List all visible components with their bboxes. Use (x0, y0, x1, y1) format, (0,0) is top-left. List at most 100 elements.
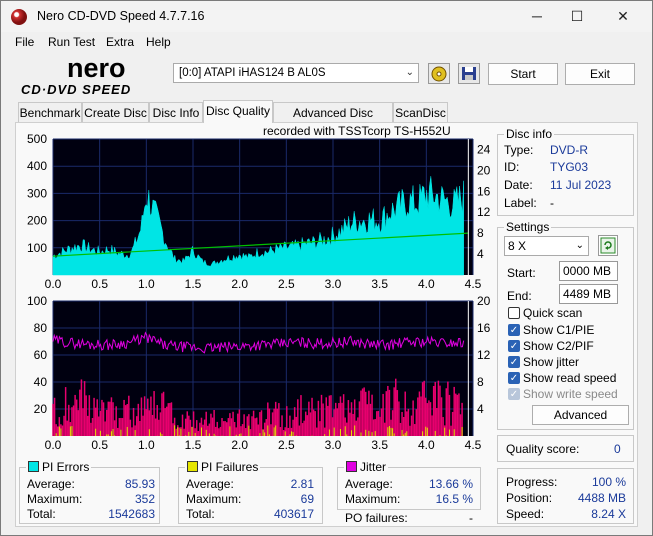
pi-failures-total-value: 403617 (273, 507, 314, 521)
start-field[interactable]: 0000 MB (559, 261, 618, 281)
nero-app-icon (11, 9, 27, 25)
pif-chart-x-tick-label: 0.0 (45, 438, 62, 452)
pie-chart-x-tick-label: 2.0 (231, 277, 248, 291)
end-label: End: (507, 289, 532, 303)
end-field[interactable]: 4489 MB (559, 284, 618, 304)
title-bar[interactable]: Nero CD-DVD Speed 4.7.7.16 ─ ☐ ✕ (1, 1, 652, 32)
pie-chart-x-tick-label: 0.0 (45, 277, 62, 291)
disc-info-title: Disc info (504, 127, 555, 141)
menu-bar: File Run Test Extra Help (1, 32, 652, 52)
pie-chart-y-tick-label: 300 (27, 186, 47, 200)
pie-chart-x-tick-label: 4.0 (418, 277, 435, 291)
pif-chart-y2-tick-label: 8 (477, 375, 484, 389)
show-write-speed-label: Show write speed (523, 387, 618, 401)
disc-type-value: DVD-R (550, 143, 588, 157)
start-button[interactable]: Start (488, 63, 558, 85)
speed-select-value: 8 X (508, 239, 527, 253)
jitter-swatch (346, 461, 357, 472)
pi-errors-avg-value: 85.93 (124, 477, 155, 491)
show-jitter-checkbox[interactable]: ✓ (508, 356, 520, 368)
pif-chart-y2-tick-label: 4 (477, 402, 484, 416)
speed-select[interactable]: 8 X ⌄ (504, 236, 589, 256)
tab-create-disc[interactable]: Create Disc (82, 102, 149, 122)
refresh-icon (600, 237, 616, 254)
disc-date-value: 11 Jul 2023 (550, 178, 612, 192)
pif-chart-y2-tick-label: 12 (477, 348, 491, 362)
logo-nero-text: nero (67, 54, 126, 83)
pif-chart-y2-tick-label: 16 (477, 321, 491, 335)
advanced-button[interactable]: Advanced (532, 405, 629, 425)
pie-chart-y2-tick-label: 24 (477, 142, 491, 156)
progress-value: 100 % (591, 475, 626, 489)
pie-chart-x-tick-label: 4.5 (465, 277, 482, 291)
pi-failures-max-label: Maximum: (186, 492, 242, 506)
pif-chart-y2-tick-label: 20 (477, 294, 491, 308)
quality-score-value: 0 (614, 442, 621, 456)
disc-id-value: TYG03 (550, 160, 589, 174)
pi-failures-avg-value: 2.81 (290, 477, 314, 491)
pi-failures-total-label: Total: (186, 507, 215, 521)
pif-chart-x-tick-label: 3.5 (371, 438, 388, 452)
tab-scandisc[interactable]: ScanDisc (393, 102, 448, 122)
disc-properties-button[interactable] (428, 63, 450, 84)
menu-file[interactable]: File (15, 35, 34, 49)
refresh-speed-button[interactable] (598, 235, 618, 256)
disc-date-label: Date: (504, 178, 533, 192)
tab-advanced-disc-quality[interactable]: Advanced Disc Quality (273, 102, 393, 140)
pif-chart-y-tick-label: 100 (27, 294, 47, 308)
tab-disc-quality[interactable]: Disc Quality (203, 100, 273, 123)
jitter-max-label: Maximum: (345, 492, 401, 506)
pif-chart-x-tick-label: 1.5 (185, 438, 202, 452)
menu-help[interactable]: Help (146, 35, 171, 49)
chevron-down-icon: ⌄ (575, 240, 584, 251)
show-read-speed-checkbox[interactable]: ✓ (508, 372, 520, 384)
pi-errors-chart: 0.0 0.5 1.0 1.5 2.0 2.5 3.0 3.5 4.0 4.5 100 200 300 4… (27, 133, 491, 291)
quick-scan-checkbox[interactable] (508, 307, 520, 319)
menu-run-test[interactable]: Run Test (48, 35, 95, 49)
pie-chart-x-tick-label: 1.5 (185, 277, 202, 291)
show-read-speed-label: Show read speed (523, 371, 617, 385)
pi-errors-total-value: 1542683 (108, 507, 155, 521)
start-label: Start: (507, 266, 536, 280)
pie-chart-y2-tick-label: 20 (477, 163, 491, 177)
disc-label-value: - (550, 196, 554, 210)
logo-speed-text: CD·DVD SPEED (21, 82, 131, 97)
pie-chart-y2-tick-label: 8 (477, 226, 484, 240)
pi-errors-title: PI Errors (26, 460, 92, 474)
window-title: Nero CD-DVD Speed 4.7.7.16 (37, 9, 205, 23)
position-label: Position: (506, 491, 553, 505)
pif-chart-y-tick-label: 20 (34, 402, 48, 416)
exit-button[interactable]: Exit (565, 63, 635, 85)
drive-select[interactable]: [0:0] ATAPI iHAS124 B AL0S ⌄ (173, 63, 419, 83)
pi-errors-max-label: Maximum: (27, 492, 83, 506)
pie-chart-x-tick-label: 1.0 (138, 277, 155, 291)
menu-extra[interactable]: Extra (106, 35, 134, 49)
pif-chart-y-tick-label: 40 (34, 375, 48, 389)
nero-logo: nero CD·DVD SPEED (21, 54, 131, 97)
close-button[interactable]: ✕ (600, 1, 646, 32)
pie-chart-x-tick-label: 0.5 (91, 277, 108, 291)
pif-chart-x-tick-label: 1.0 (138, 438, 155, 452)
pie-chart-y2-tick-label: 16 (477, 184, 491, 198)
pif-chart-x-tick-label: 2.0 (231, 438, 248, 452)
maximize-button[interactable]: ☐ (554, 1, 600, 32)
pi-failures-swatch (187, 461, 198, 472)
pi-failures-title: PI Failures (185, 460, 261, 474)
pie-chart-y2-tick-label: 12 (477, 205, 491, 219)
pi-errors-total-label: Total: (27, 507, 56, 521)
tab-benchmark[interactable]: Benchmark (18, 102, 82, 122)
pif-chart-x-tick-label: 4.5 (465, 438, 482, 452)
show-c1-checkbox[interactable]: ✓ (508, 324, 520, 336)
pif-chart-y-tick-label: 80 (34, 321, 48, 335)
pi-failures-avg-label: Average: (186, 477, 234, 491)
disc-type-label: Type: (504, 143, 534, 157)
show-c2-checkbox[interactable]: ✓ (508, 340, 520, 352)
progress-label: Progress: (506, 475, 558, 489)
tab-disc-info[interactable]: Disc Info (149, 102, 203, 122)
position-value: 4488 MB (577, 491, 626, 505)
pie-chart-y-tick-label: 400 (27, 159, 47, 173)
pi-errors-swatch (28, 461, 39, 472)
jitter-title: Jitter (344, 460, 389, 474)
save-button[interactable] (458, 63, 480, 84)
show-jitter-label: Show jitter (523, 355, 580, 369)
